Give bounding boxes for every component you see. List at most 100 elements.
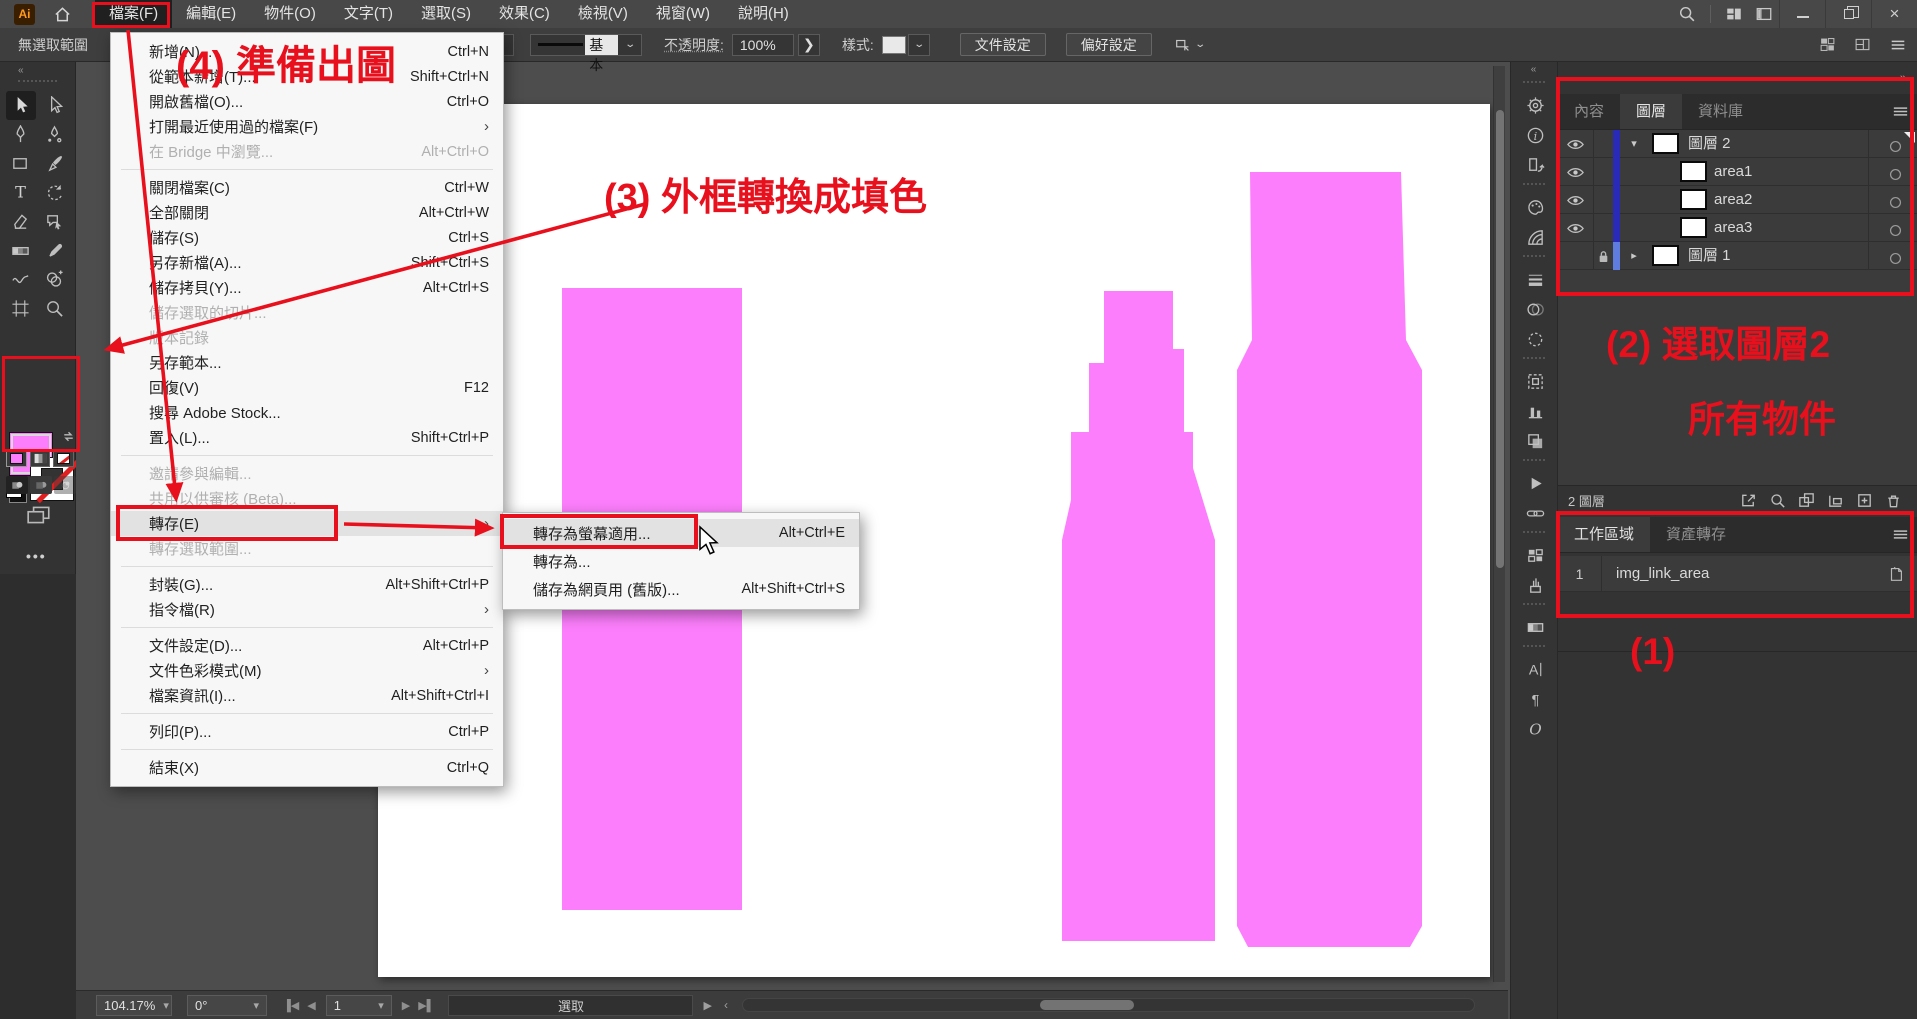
color-guide-icon[interactable] — [1511, 222, 1559, 252]
layer-thumbnail[interactable] — [1680, 217, 1707, 238]
delete-icon[interactable] — [1884, 491, 1903, 510]
file-menu-item[interactable]: 搜尋 Adobe Stock... — [111, 400, 503, 425]
character-icon[interactable]: A — [1511, 654, 1559, 684]
menubar-item-6[interactable]: 效果(C) — [485, 0, 564, 28]
layer-thumbnail[interactable] — [1680, 189, 1707, 210]
next-artboard-icon[interactable]: ▶ — [402, 999, 410, 1012]
rotation-dropdown[interactable]: 0°▾ — [187, 995, 267, 1016]
layer-name[interactable]: area3 — [1714, 214, 1752, 242]
first-artboard-icon[interactable]: ▐◀ — [283, 999, 299, 1012]
visibility-toggle[interactable] — [1558, 158, 1594, 186]
opacity-field[interactable]: 100% — [732, 34, 794, 56]
collapse-toolbar-icon[interactable]: « — [0, 62, 75, 78]
target-circle-icon[interactable] — [1886, 249, 1905, 268]
file-menu-item[interactable]: 封裝(G)...Alt+Shift+Ctrl+P — [111, 572, 503, 597]
menubar-item-5[interactable]: 選取(S) — [407, 0, 485, 28]
none-button[interactable] — [53, 450, 74, 467]
file-menu-item[interactable]: 指令檔(R)› — [111, 597, 503, 622]
artboard-row[interactable]: 1 img_link_area — [1558, 556, 1917, 592]
close-icon[interactable]: × — [1871, 0, 1917, 28]
document-setup-button[interactable]: 文件設定 — [960, 33, 1046, 56]
layer-name[interactable]: area1 — [1714, 158, 1752, 186]
visibility-toggle[interactable] — [1558, 242, 1594, 270]
opacity-expand-button[interactable]: ❯ — [798, 34, 820, 56]
curvature-tool-icon[interactable] — [40, 120, 70, 149]
screen-mode-icon[interactable] — [26, 504, 52, 526]
file-menu-item[interactable]: 打開最近使用過的檔案(F)› — [111, 114, 503, 139]
status-expand-icon[interactable]: ▶ — [703, 999, 711, 1012]
panel-menu-icon[interactable] — [1883, 94, 1917, 129]
appearance-icon[interactable] — [1511, 324, 1559, 354]
menubar-item-9[interactable]: 說明(H) — [724, 0, 803, 28]
file-menu-item[interactable]: 另存新檔(A)...Shift+Ctrl+S — [111, 250, 503, 275]
vertical-scrollbar-thumb[interactable] — [1496, 110, 1504, 568]
target-circle-icon[interactable] — [1886, 137, 1905, 156]
menubar-item-1[interactable]: 檔案(F) — [95, 0, 172, 28]
file-menu-item[interactable]: 文件設定(D)...Alt+Ctrl+P — [111, 633, 503, 658]
last-artboard-icon[interactable]: ▶▌ — [418, 999, 434, 1012]
minimize-icon[interactable] — [1779, 0, 1825, 28]
target-circle-icon[interactable] — [1886, 221, 1905, 240]
file-menu-item[interactable]: 關閉檔案(C)Ctrl+W — [111, 175, 503, 200]
gradient-button[interactable] — [30, 450, 51, 467]
style-swatch[interactable] — [882, 36, 906, 54]
rotate-tool-icon[interactable] — [40, 178, 70, 207]
dock-grip[interactable] — [1523, 645, 1545, 651]
chevron-down-icon[interactable]: ▾ — [1626, 130, 1642, 158]
info-icon[interactable]: i — [1511, 120, 1559, 150]
file-menu-item[interactable]: 另存範本... — [111, 350, 503, 375]
rectangle-tool-icon[interactable] — [6, 149, 36, 178]
type-tool-icon[interactable]: T — [6, 178, 36, 207]
file-menu-item[interactable]: 全部關閉Alt+Ctrl+W — [111, 200, 503, 225]
lock-column[interactable] — [1595, 130, 1612, 158]
draw-behind-icon[interactable] — [30, 476, 52, 494]
toolbar-grip[interactable] — [18, 80, 57, 85]
draw-normal-icon[interactable] — [6, 476, 28, 494]
lock-column[interactable] — [1595, 158, 1612, 186]
pen-tool-icon[interactable] — [6, 120, 36, 149]
file-menu-item[interactable]: 回復(V)F12 — [111, 375, 503, 400]
snap-options-dropdown[interactable]: ⌄ — [1174, 36, 1204, 54]
direct-selection-tool-icon[interactable] — [40, 91, 70, 120]
layer-row[interactable]: area1 — [1558, 158, 1917, 186]
chevron-right-icon[interactable]: ▸ — [1626, 242, 1642, 270]
file-menu-item[interactable]: 儲存拷貝(Y)...Alt+Ctrl+S — [111, 275, 503, 300]
dock-grip[interactable] — [1523, 255, 1545, 261]
style-dropdown[interactable]: ⌄ — [908, 34, 930, 56]
target-circle-icon[interactable] — [1886, 193, 1905, 212]
actions-icon[interactable] — [1511, 468, 1559, 498]
color-icon[interactable] — [1511, 192, 1559, 222]
opacity-label[interactable]: 不透明度: — [664, 35, 724, 55]
file-menu-item[interactable]: 新增(N)...Ctrl+N — [111, 39, 503, 64]
align-icon[interactable] — [1511, 396, 1559, 426]
horizontal-scrollbar[interactable] — [742, 998, 1475, 1012]
layer-thumbnail[interactable] — [1652, 245, 1679, 266]
vertical-scrollbar[interactable] — [1493, 66, 1505, 982]
dock-grip[interactable] — [1523, 183, 1545, 189]
document-layout-icon[interactable] — [1854, 36, 1871, 53]
gradient-tool-icon[interactable] — [6, 236, 36, 265]
eyedropper-tool-icon[interactable] — [40, 236, 70, 265]
transparency-icon[interactable] — [1511, 294, 1559, 324]
opentype-icon[interactable]: O — [1511, 714, 1559, 744]
tab-資產轉存[interactable]: 資產轉存 — [1650, 517, 1742, 552]
new-sublayer-icon[interactable] — [1826, 491, 1845, 510]
dock-grip[interactable] — [1523, 81, 1545, 87]
zoom-level-dropdown[interactable]: 104.17%▾ — [96, 995, 172, 1016]
file-menu-item[interactable]: 結束(X)Ctrl+Q — [111, 755, 503, 780]
export-submenu-item[interactable]: 轉存為螢幕適用...Alt+Ctrl+E — [503, 519, 859, 547]
collect-for-export-icon[interactable] — [1739, 491, 1758, 510]
color-button[interactable] — [6, 450, 27, 467]
swatches-icon[interactable] — [1511, 540, 1559, 570]
links-icon[interactable] — [1511, 498, 1559, 528]
layer-name[interactable]: 圖層 1 — [1688, 242, 1731, 270]
file-menu-item[interactable]: 轉存(E)› — [111, 511, 503, 536]
gradient-icon[interactable] — [1511, 612, 1559, 642]
menubar-item-4[interactable]: 文字(T) — [330, 0, 407, 28]
zoom-tool-icon[interactable] — [40, 294, 70, 323]
artboard-page-icon[interactable] — [1887, 565, 1917, 583]
illustrator-logo-icon[interactable]: Ai — [14, 4, 35, 25]
lock-column[interactable] — [1595, 214, 1612, 242]
visibility-toggle[interactable] — [1558, 214, 1594, 242]
target-circle-icon[interactable] — [1886, 165, 1905, 184]
